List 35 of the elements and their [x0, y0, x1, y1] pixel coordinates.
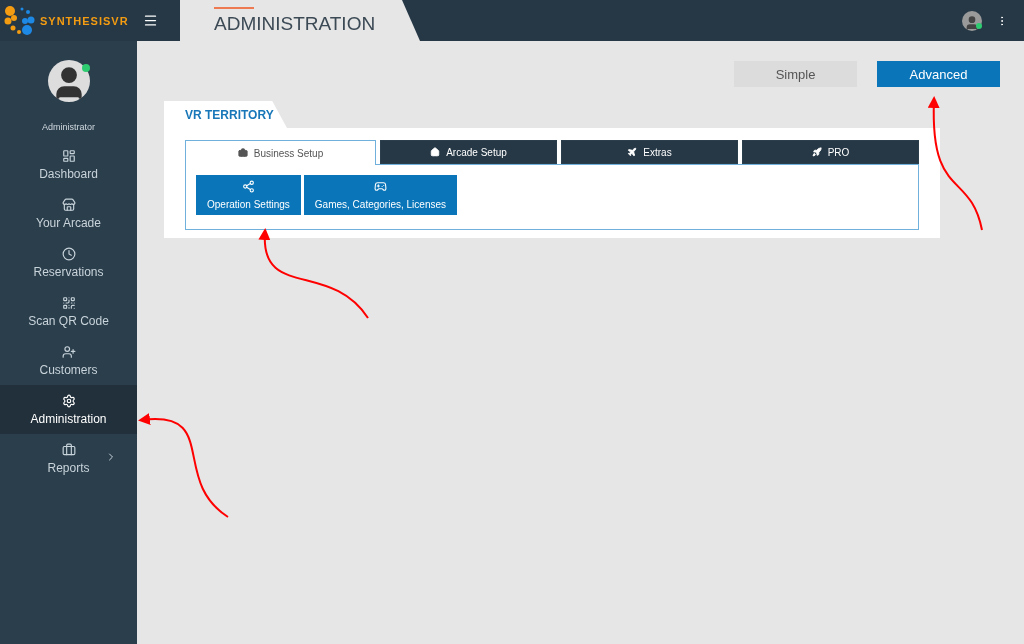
user-role: Administrator	[41, 122, 96, 132]
tab[interactable]: Extras	[561, 140, 738, 164]
mode-button[interactable]: Advanced	[877, 61, 1000, 87]
clock-icon	[61, 246, 76, 261]
user-avatar[interactable]	[962, 10, 982, 31]
mode-button[interactable]: Simple	[734, 61, 857, 87]
sidebar-item[interactable]: Reports	[0, 434, 137, 483]
dashboard-icon	[61, 148, 76, 163]
page-title: ADMINISTRATION	[214, 12, 376, 35]
sidebar-item[interactable]: Customers	[0, 336, 137, 385]
rocket-icon	[811, 147, 822, 157]
plane-icon	[627, 147, 638, 157]
tab[interactable]: PRO	[742, 140, 919, 164]
sidebar-item[interactable]: Scan QR Code	[0, 287, 137, 336]
logo-icon	[3, 3, 37, 38]
action-button[interactable]: Games, Categories, Licenses	[303, 175, 457, 215]
home-icon	[430, 147, 441, 157]
qr-code-icon	[61, 295, 76, 310]
sidebar-item[interactable]: Dashboard	[0, 140, 137, 189]
menu-button[interactable]	[143, 13, 158, 28]
brand-name: SYNTHESISVR	[40, 14, 129, 27]
gamepad-icon	[373, 180, 387, 193]
settings-icon	[61, 393, 76, 408]
tab[interactable]: Business Setup	[185, 140, 376, 165]
sidebar-item[interactable]: Administration	[0, 385, 137, 434]
add-user-icon	[61, 344, 76, 359]
sidebar-item[interactable]: Reservations	[0, 238, 137, 287]
briefcase-icon	[61, 442, 76, 457]
action-button[interactable]: Operation Settings	[196, 175, 301, 215]
sidebar-item[interactable]: Your Arcade	[0, 189, 137, 238]
card-title: VR TERRITORY	[185, 107, 274, 122]
tab[interactable]: Arcade Setup	[380, 140, 557, 164]
profile-avatar	[47, 60, 90, 102]
briefcase-icon	[237, 148, 248, 158]
store-icon	[61, 197, 76, 212]
